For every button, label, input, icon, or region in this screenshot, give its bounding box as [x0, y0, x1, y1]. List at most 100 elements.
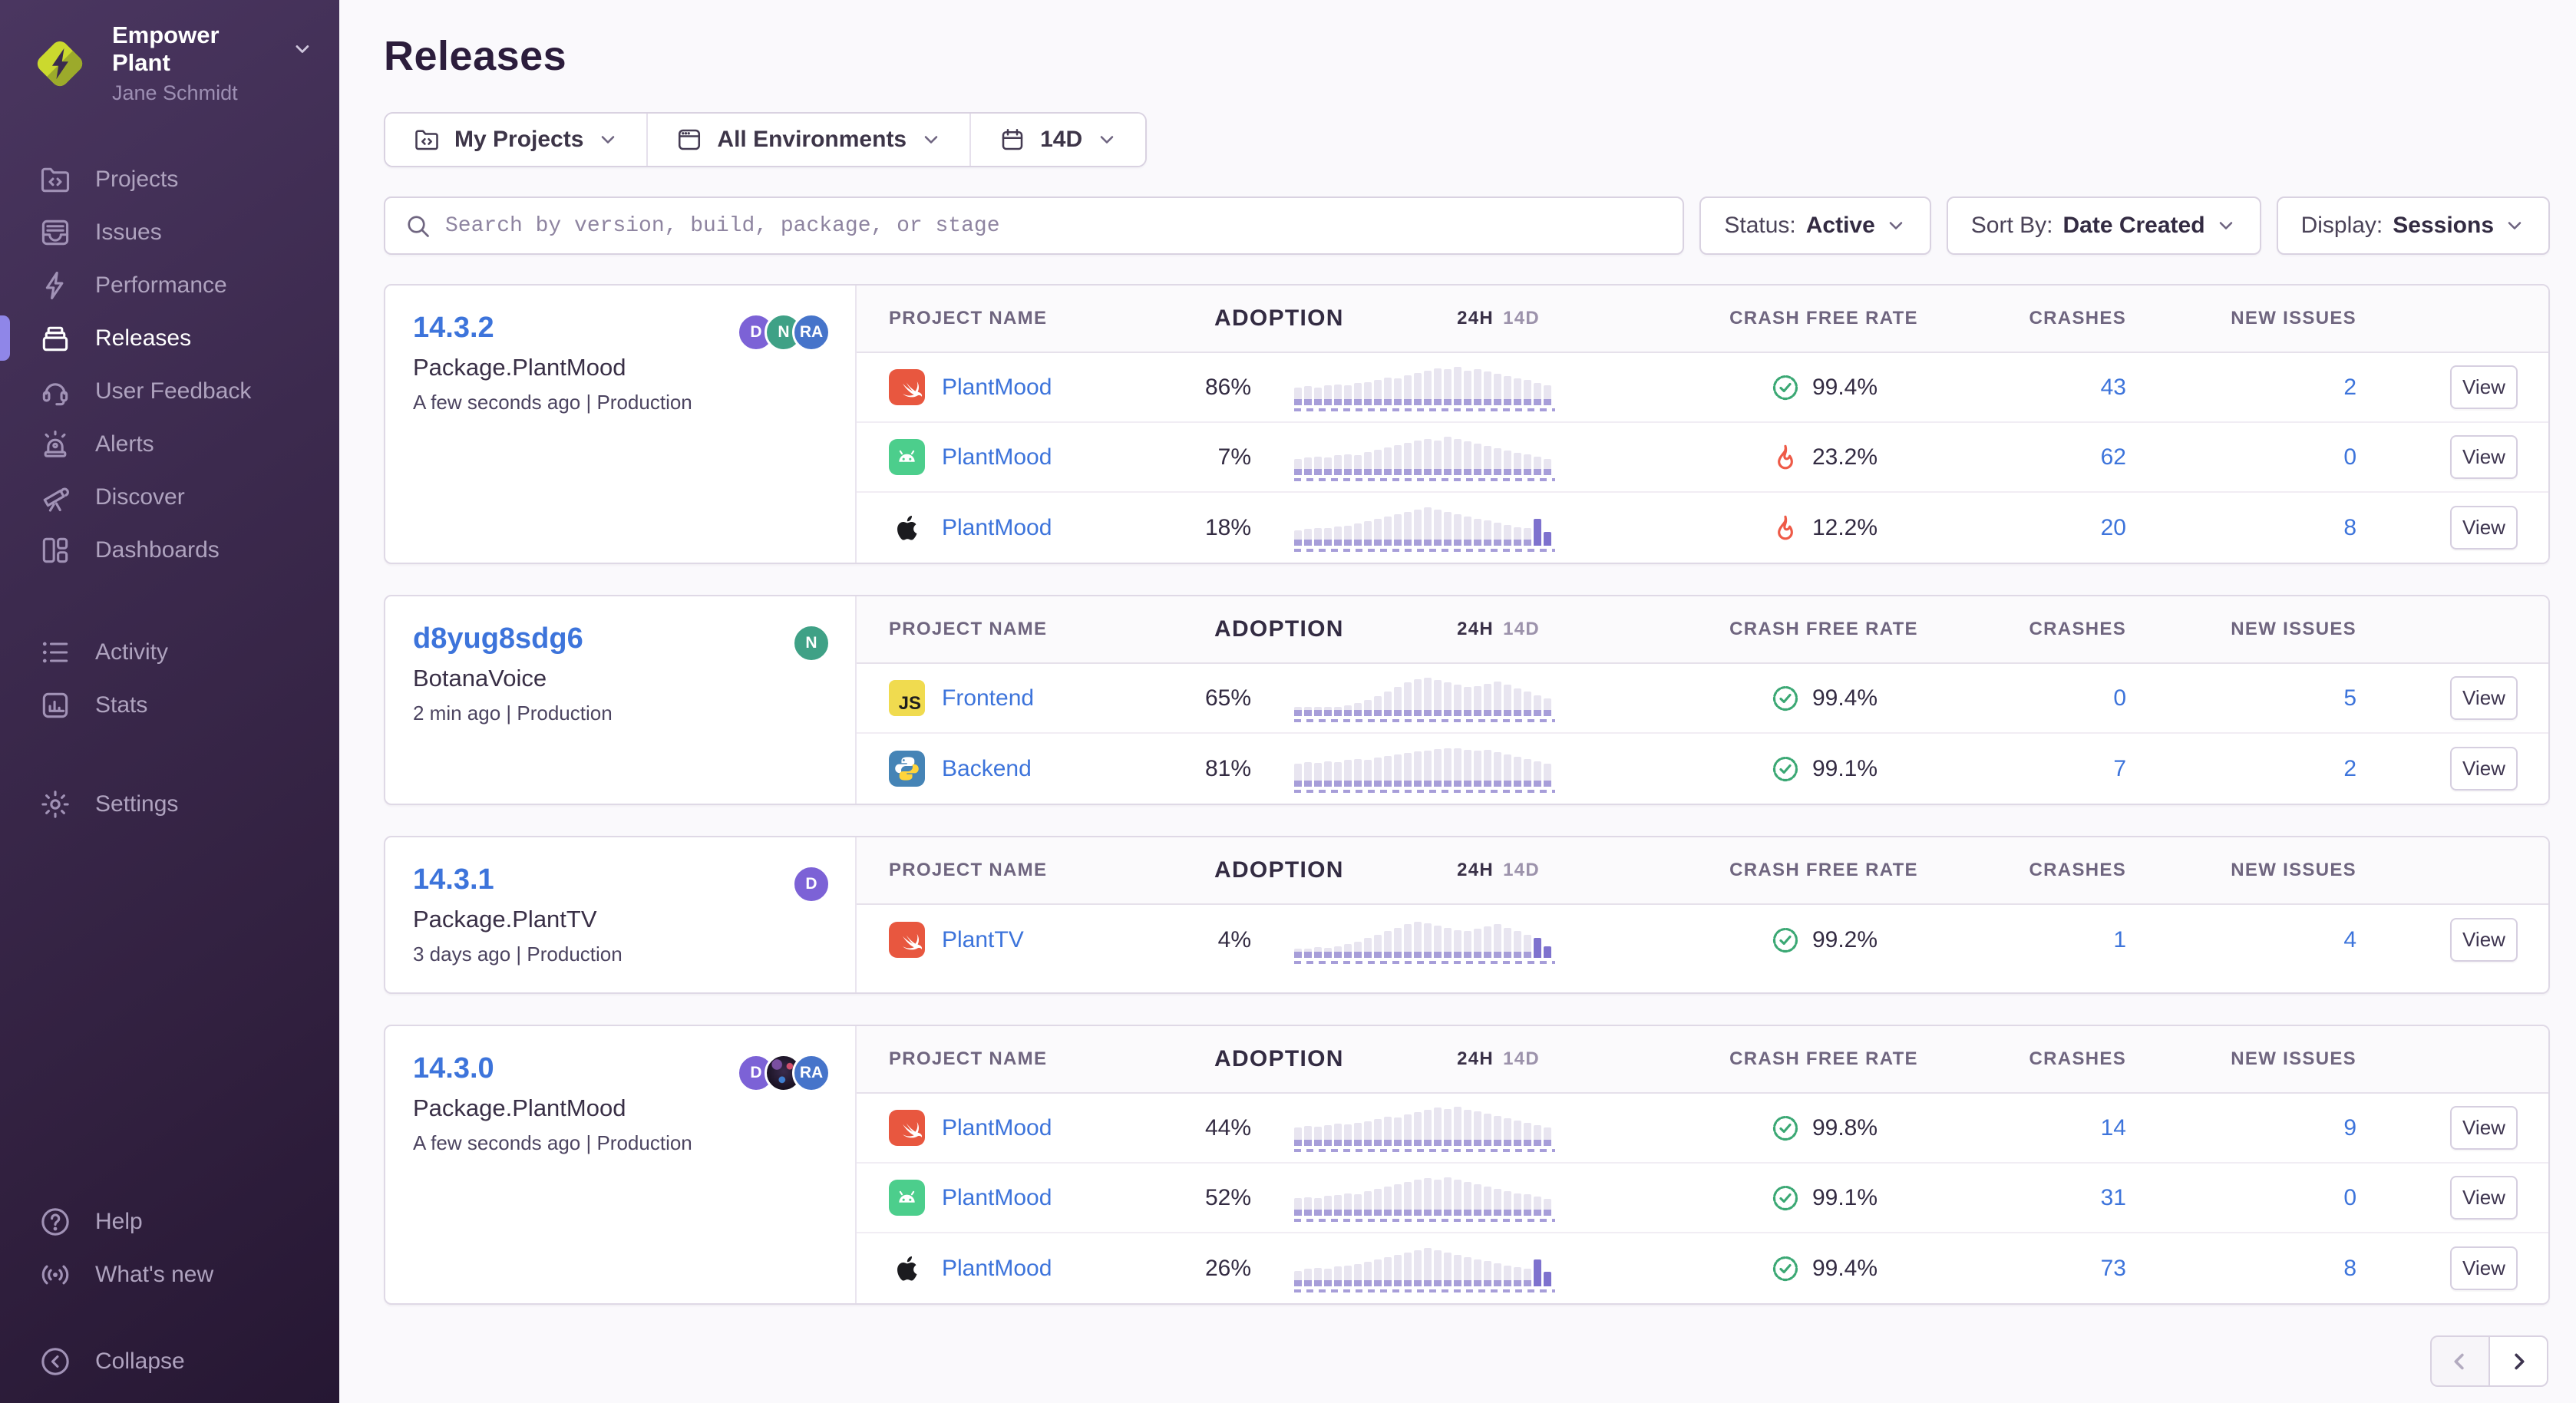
- check-circle-icon: [1770, 925, 1801, 956]
- crashes-count-link[interactable]: 7: [2113, 756, 2126, 781]
- sidebar-item-releases[interactable]: Releases: [0, 312, 339, 365]
- sidebar-item-projects[interactable]: Projects: [0, 153, 339, 206]
- crashes-count-link[interactable]: 43: [2101, 375, 2126, 400]
- display-dropdown[interactable]: Display:Sessions: [2277, 196, 2550, 255]
- release-version-link[interactable]: d8yug8sdg6: [413, 622, 827, 655]
- timespan-14d-toggle[interactable]: 14D: [1503, 619, 1540, 639]
- view-button[interactable]: View: [2450, 747, 2518, 791]
- timespan-14d-toggle[interactable]: 14D: [1503, 308, 1540, 328]
- crashes-cell: 14: [1977, 1115, 2169, 1141]
- sparkline-bar: [1424, 1110, 1432, 1146]
- sidebar-item-collapse[interactable]: Collapse: [0, 1335, 339, 1388]
- crashes-count-link[interactable]: 20: [2101, 515, 2126, 540]
- sidebar-item-dashboards[interactable]: Dashboards: [0, 523, 339, 576]
- timespan-14d-toggle[interactable]: 14D: [1503, 860, 1540, 880]
- timespan-24h-toggle[interactable]: 24H: [1457, 860, 1494, 880]
- sparkline-bar: [1364, 700, 1372, 716]
- sparkline-bar: [1294, 764, 1302, 787]
- crash-free-cell: 99.8%: [1617, 1113, 1977, 1144]
- project-link[interactable]: Backend: [942, 756, 1032, 782]
- sidebar-item-stats[interactable]: Stats: [0, 678, 339, 731]
- new-issues-cell: 0: [2169, 444, 2399, 470]
- new-issues-count-link[interactable]: 2: [2343, 375, 2356, 400]
- sidebar-item-performance[interactable]: Performance: [0, 259, 339, 312]
- sparkline-bar-base: [1514, 1140, 1521, 1146]
- filter-label: All Environments: [717, 127, 907, 153]
- sparkline-bar: [1344, 385, 1352, 405]
- col-header-timespan: 24H 14D: [1294, 308, 1617, 329]
- sparkline-bar-base: [1454, 540, 1461, 546]
- sort-dropdown[interactable]: Sort By:Date Created: [1947, 196, 2261, 255]
- sidebar-item-alerts[interactable]: Alerts: [0, 418, 339, 470]
- pagination-next-button[interactable]: [2488, 1335, 2548, 1387]
- filter-date-filter[interactable]: 14D: [971, 114, 1145, 166]
- sparkline-bar-base: [1364, 540, 1372, 546]
- org-switcher[interactable]: Empower Plant Jane Schmidt: [0, 21, 339, 105]
- project-link[interactable]: PlantMood: [942, 1115, 1052, 1141]
- project-link[interactable]: PlantMood: [942, 515, 1052, 541]
- filter-projects-filter[interactable]: My Projects: [385, 114, 648, 166]
- crashes-count-link[interactable]: 14: [2101, 1115, 2126, 1141]
- sparkline-bar-base: [1304, 399, 1312, 405]
- filter-environments-filter[interactable]: All Environments: [648, 114, 971, 166]
- project-link[interactable]: PlantMood: [942, 1185, 1052, 1211]
- project-link[interactable]: PlantMood: [942, 1256, 1052, 1282]
- sparkline-bar: [1504, 451, 1511, 475]
- view-button[interactable]: View: [2450, 676, 2518, 720]
- sparkline-bar: [1494, 374, 1501, 405]
- timespan-24h-toggle[interactable]: 24H: [1457, 308, 1494, 328]
- crashes-count-link[interactable]: 0: [2113, 685, 2126, 711]
- new-issues-count-link[interactable]: 5: [2343, 685, 2356, 711]
- col-header-new-issues: NEW ISSUES: [2169, 860, 2399, 881]
- sidebar-item-activity[interactable]: Activity: [0, 626, 339, 678]
- timespan-24h-toggle[interactable]: 24H: [1457, 619, 1494, 639]
- sidebar-item-settings[interactable]: Settings: [0, 777, 339, 830]
- project-link[interactable]: PlantMood: [942, 444, 1052, 470]
- view-button[interactable]: View: [2450, 918, 2518, 962]
- sidebar-item-issues[interactable]: Issues: [0, 206, 339, 259]
- new-issues-count-link[interactable]: 4: [2343, 927, 2356, 952]
- view-button[interactable]: View: [2450, 435, 2518, 479]
- adoption-sparkline-cell: [1294, 1245, 1617, 1292]
- view-button[interactable]: View: [2450, 1176, 2518, 1220]
- sparkline-bar-base: [1354, 1280, 1362, 1286]
- sidebar-item-label: Collapse: [95, 1349, 185, 1375]
- search-input[interactable]: [445, 214, 1664, 238]
- timespan-14d-toggle[interactable]: 14D: [1503, 1048, 1540, 1069]
- sparkline-bar: [1454, 930, 1461, 958]
- timespan-24h-toggle[interactable]: 24H: [1457, 1048, 1494, 1069]
- sidebar-item-help[interactable]: Help: [0, 1195, 339, 1248]
- pagination-prev-button[interactable]: [2430, 1335, 2490, 1387]
- sparkline-bar: [1304, 386, 1312, 405]
- project-link[interactable]: Frontend: [942, 685, 1034, 711]
- new-issues-count-link[interactable]: 2: [2343, 756, 2356, 781]
- sparkline-bar-base: [1484, 1140, 1491, 1146]
- filter-label: My Projects: [454, 127, 583, 153]
- sidebar-item-discover[interactable]: Discover: [0, 470, 339, 523]
- new-issues-count-link[interactable]: 8: [2343, 1256, 2356, 1281]
- new-issues-count-link[interactable]: 0: [2343, 1185, 2356, 1210]
- crashes-count-link[interactable]: 73: [2101, 1256, 2126, 1281]
- crashes-count-link[interactable]: 1: [2113, 927, 2126, 952]
- sparkline-bar-base: [1344, 710, 1352, 716]
- sidebar-item-user-feedback[interactable]: User Feedback: [0, 365, 339, 418]
- sparkline-bar-base: [1364, 399, 1372, 405]
- release-version-link[interactable]: 14.3.1: [413, 863, 827, 896]
- crashes-count-link[interactable]: 31: [2101, 1185, 2126, 1210]
- status-dropdown[interactable]: Status:Active: [1699, 196, 1930, 255]
- view-button[interactable]: View: [2450, 365, 2518, 409]
- project-link[interactable]: PlantMood: [942, 375, 1052, 401]
- sparkline-bar: [1454, 748, 1461, 787]
- view-button[interactable]: View: [2450, 1246, 2518, 1290]
- new-issues-count-link[interactable]: 0: [2343, 444, 2356, 470]
- new-issues-count-link[interactable]: 8: [2343, 515, 2356, 540]
- crashes-count-link[interactable]: 62: [2101, 444, 2126, 470]
- sparkline-axis: [1294, 408, 1555, 411]
- sparkline-bar-base: [1314, 710, 1322, 716]
- project-link[interactable]: PlantTV: [942, 927, 1024, 953]
- view-button[interactable]: View: [2450, 1106, 2518, 1150]
- sidebar-item-whats-new[interactable]: What's new: [0, 1248, 339, 1301]
- view-button[interactable]: View: [2450, 506, 2518, 550]
- sparkline-bar: [1294, 949, 1302, 958]
- new-issues-count-link[interactable]: 9: [2343, 1115, 2356, 1141]
